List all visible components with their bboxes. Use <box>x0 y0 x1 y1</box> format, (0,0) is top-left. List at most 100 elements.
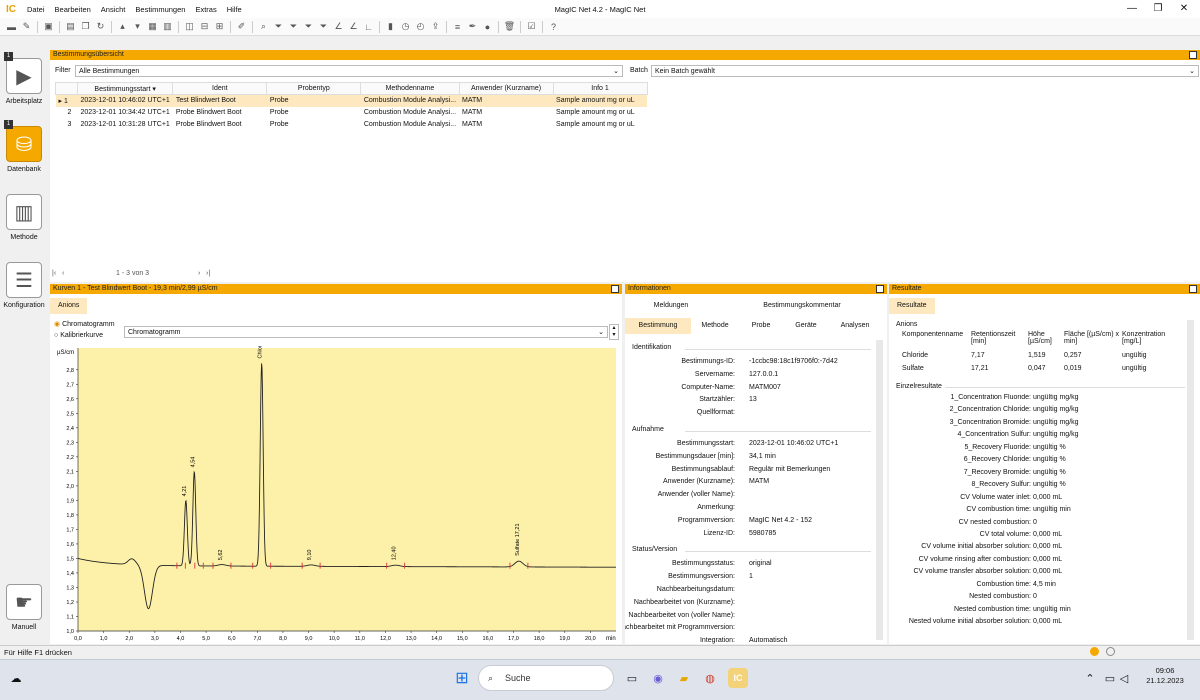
sidebar-item-manuell[interactable]: ☛ Manuell <box>0 584 48 631</box>
move-up-icon[interactable]: ▴ <box>115 20 130 34</box>
move-down-icon[interactable]: ▾ <box>130 20 145 34</box>
table-row[interactable]: Sulfate 17,21 0,047 0,019 ungültig <box>889 365 1189 378</box>
time-icon[interactable]: ◴ <box>413 20 428 34</box>
sidebar-item-label: Konfiguration <box>3 302 45 309</box>
last-page-icon[interactable]: ›| <box>206 270 210 277</box>
menu-ansicht[interactable]: Ansicht <box>96 5 131 14</box>
chromatogram-chart[interactable]: µS/cm min 0,0 1,0 2,0 3,0 4,0 5,0 6,0 7,0 8,0 9,0… <box>54 346 618 644</box>
radio-calibration[interactable]: ○ Kalibrierkurve <box>54 332 103 339</box>
menu-bestimmungen[interactable]: Bestimmungen <box>130 5 190 14</box>
chart-settings-icon[interactable]: ∟ <box>361 20 376 34</box>
check-edit-icon[interactable]: ☑ <box>524 20 539 34</box>
grid-icon[interactable]: ▦ <box>145 20 160 34</box>
radio-chromatogram[interactable]: ◉ Chromatogramm <box>54 320 115 328</box>
pen-icon[interactable]: ✒ <box>465 20 480 34</box>
history-icon[interactable]: ◷ <box>398 20 413 34</box>
layout-icon[interactable]: ⊞ <box>212 20 227 34</box>
column-header[interactable]: Ident <box>172 82 268 95</box>
tab-meldungen[interactable]: Meldungen <box>625 298 717 314</box>
close-icon[interactable]: ✕ <box>1172 0 1196 18</box>
refresh-icon[interactable]: ↻ <box>93 20 108 34</box>
open-icon[interactable]: ▬ <box>4 20 19 34</box>
delete-icon[interactable]: 🗑 <box>502 20 517 34</box>
tab-probe[interactable]: Probe <box>739 318 783 334</box>
menu-bearbeiten[interactable]: Bearbeiten <box>50 5 96 14</box>
chevron-up-icon[interactable]: ⌃ <box>1080 668 1100 688</box>
columns-icon[interactable]: ◫ <box>182 20 197 34</box>
chrome-icon[interactable]: ◍ <box>700 668 720 688</box>
menu-datei[interactable]: Datei <box>22 5 50 14</box>
taskbar-search[interactable]: ⌕ Suche <box>478 665 614 691</box>
tab-analysen[interactable]: Analysen <box>829 318 881 334</box>
search-icon[interactable]: ⌕ <box>256 20 271 34</box>
table-row[interactable]: Chloride 7,17 1,519 0,257 ungültig <box>889 352 1189 365</box>
menu-extras[interactable]: Extras <box>190 5 221 14</box>
filter-select[interactable]: Alle Bestimmungen ⌄ <box>75 65 623 77</box>
print-icon[interactable]: ▤ <box>63 20 78 34</box>
spinner-icon[interactable]: ▴ ▾ <box>609 324 619 340</box>
rows-icon[interactable]: ⊟ <box>197 20 212 34</box>
volume-icon[interactable]: ◁ <box>1114 668 1134 688</box>
table-row[interactable]: 2 2023-12-01 10:34:42 UTC+1 Probe Blindwe… <box>56 107 648 119</box>
scrollbar[interactable] <box>876 340 883 640</box>
clock[interactable]: 09:06 21.12.2023 <box>1140 666 1190 686</box>
sidebar-item-arbeitsplatz[interactable]: 1 ▶ Arbeitsplatz <box>0 52 48 105</box>
export-icon[interactable]: ⇪ <box>428 20 443 34</box>
maximize-icon[interactable]: ❐ <box>1146 0 1170 18</box>
maximize-panel-icon[interactable] <box>1189 51 1197 59</box>
chat-icon[interactable]: ◉ <box>648 668 668 688</box>
batch-select[interactable]: Kein Batch gewählt ⌄ <box>651 65 1199 77</box>
filter-clear-icon[interactable]: ⏷ <box>301 20 316 34</box>
column-header[interactable]: Anwender (Kurzname) <box>458 82 554 95</box>
column-header[interactable]: Methodenname <box>360 82 460 95</box>
bar-chart-icon[interactable]: ▮ <box>383 20 398 34</box>
filter-edit-icon[interactable]: ⏷ <box>286 20 301 34</box>
tab-bestimmungskommentar[interactable]: Bestimmungskommentar <box>717 298 887 314</box>
magic-net-icon[interactable]: IC <box>728 668 748 688</box>
maximize-panel-icon[interactable] <box>876 285 884 293</box>
result-row: 7_Recovery Bromide: ungültig % <box>963 468 1066 476</box>
maximize-panel-icon[interactable] <box>611 285 619 293</box>
table-row[interactable]: 3 2023-12-01 10:31:28 UTC+1 Probe Blindwe… <box>56 119 648 131</box>
info-row: Nachbearbeitet mit Programmversion: <box>625 624 735 632</box>
task-view-icon[interactable]: ▭ <box>622 668 642 688</box>
prev-page-icon[interactable]: ‹ <box>62 270 64 277</box>
column-header[interactable]: Bestimmungsstart ▾ <box>76 82 174 95</box>
x-tick-label: 10,0 <box>329 636 340 642</box>
new-icon[interactable]: ▣ <box>41 20 56 34</box>
windows-start-icon[interactable]: ⊞ <box>452 668 472 688</box>
curve-type-select[interactable]: Chromatogramm ⌄ <box>124 326 608 338</box>
tab-resultate[interactable]: Resultate <box>889 298 935 314</box>
tab-geraete[interactable]: Geräte <box>783 318 829 334</box>
maximize-panel-icon[interactable] <box>1189 285 1197 293</box>
first-page-icon[interactable]: |‹ <box>52 270 56 277</box>
help-icon[interactable]: ? <box>546 20 561 34</box>
edit-icon[interactable]: ✐ <box>234 20 249 34</box>
scrollbar[interactable] <box>1187 320 1194 640</box>
tab-anions[interactable]: Anions <box>50 298 88 314</box>
tool-icon[interactable]: ✎ <box>19 20 34 34</box>
copy-icon[interactable]: ❐ <box>78 20 93 34</box>
menu-hilfe[interactable]: Hilfe <box>222 5 247 14</box>
sidebar-item-methode[interactable]: ▥ Methode <box>0 194 48 241</box>
tab-bestimmung[interactable]: Bestimmung <box>625 318 691 334</box>
widgets-icon[interactable]: ☁ <box>6 668 26 688</box>
file-explorer-icon[interactable]: ▰ <box>674 668 694 688</box>
lock-icon[interactable]: ● <box>480 20 495 34</box>
chart-edit-icon[interactable]: ∠ <box>331 20 346 34</box>
sidebar-item-datenbank[interactable]: 1 ⛁ Datenbank <box>0 120 48 173</box>
signature-icon[interactable]: ≡ <box>450 20 465 34</box>
sidebar-item-konfiguration[interactable]: ☰ Konfiguration <box>0 262 48 309</box>
chart-tool-icon[interactable]: ∠ <box>346 20 361 34</box>
info-row: Quellformat: <box>696 409 735 417</box>
tab-methode[interactable]: Methode <box>691 318 739 334</box>
table-row[interactable]: ▸ 1 2023-12-01 10:46:02 UTC+1 Test Blindw… <box>55 94 648 107</box>
next-page-icon[interactable]: › <box>198 270 200 277</box>
table-icon[interactable]: ▥ <box>160 20 175 34</box>
filter-icon[interactable]: ⏷ <box>271 20 286 34</box>
column-header[interactable]: Probentyp <box>266 82 362 95</box>
x-tick-label: 4,0 <box>177 636 185 642</box>
column-header[interactable]: Info 1 <box>552 82 648 95</box>
minimize-icon[interactable]: — <box>1120 0 1144 18</box>
filter-remove-icon[interactable]: ⏷ <box>316 20 331 34</box>
